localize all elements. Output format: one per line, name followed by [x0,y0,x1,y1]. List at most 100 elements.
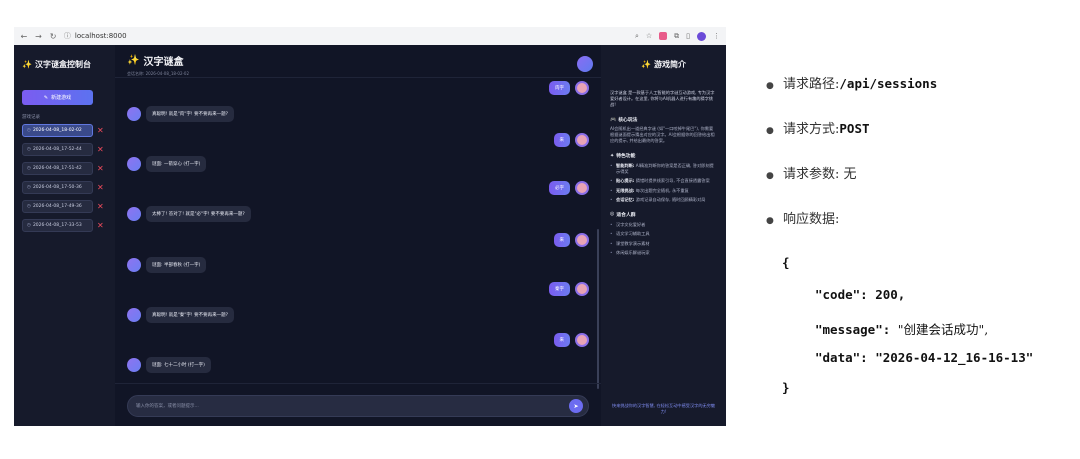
bot-message: 谜面: 七十二小时 (打一字) [127,357,211,373]
bot-bubble: 真聪明! 就是"肉"字! 要不要再来一题? [146,106,234,122]
delete-session-icon[interactable]: ✕ [97,221,104,230]
back-icon[interactable]: ← [20,32,28,41]
json-close-brace: } [782,380,790,395]
intro-text: 汉字谜盒 是一款基于人工智能的字谜互动游戏, 专为汉字爱好者设计。在这里, 你将… [610,90,715,107]
chat-scrollbar[interactable] [597,229,599,389]
feature-item: 无限挑战: 每次出题完全随机, 永不重复 [610,188,717,194]
user-message: 来 [553,233,589,247]
new-game-label: 新建游戏 [51,95,72,101]
session-item[interactable]: ◷ 2026-04-08_17-51-42 [22,162,93,175]
info-icon[interactable]: ⓘ [64,31,71,41]
json-data-value: "2026-04-12_16-16-13" [875,350,1034,365]
json-code-line: "code": 200, [815,287,905,302]
feature-item: 智能判断: AI精准判断你的答案是否正确, 答对即刻提示得奖 [610,163,717,174]
bullet-icon: ● [766,126,774,136]
chat-messages[interactable]: 肉字 真聪明! 就是"肉"字! 要不要再来一题? 来 谜面: 一箭穿心 (打一字… [115,79,601,389]
clock-icon: ◷ [27,147,31,152]
zoom-icon[interactable]: ⌕ [635,32,639,41]
feature-item: 会话记忆: 游戏记录自动保存, 随时回顾精彩对局 [610,197,717,203]
json-code-value: 200, [875,287,906,302]
bullet-icon: ● [766,216,774,226]
bot-bubble: 真聪明! 就是"秦"字! 要不要再来一题? [146,307,234,323]
session-item[interactable]: ◷ 2026-04-08_17-49-36 [22,200,93,213]
bot-bubble: 太棒了! 答对了! 就是"必"字! 要不要再来一题? [146,206,251,222]
user-message: 肉字 [549,81,589,95]
bot-avatar [127,258,141,272]
delete-session-icon[interactable]: ✕ [97,126,104,135]
session-label: 2026-04-08_17-49-36 [32,204,82,209]
extensions-puzzle-icon[interactable]: ⧉ [674,32,679,41]
json-message-value: "创建会话成功", [897,322,989,337]
user-avatar [575,181,589,195]
note-path: ● 请求路径: /api/sessions [766,73,1076,95]
note-params: ● 请求参数: 无 [766,163,1076,185]
session-row: ◷ 2026-04-08_17-33-53 ✕ [22,219,107,232]
extension-icon[interactable] [659,32,668,40]
delete-session-icon[interactable]: ✕ [97,202,104,211]
session-label: 2026-04-08_17-33-53 [32,223,82,228]
magic-wand-icon: ✨ [641,60,651,69]
intro-footer: 快来挑战你的汉字智慧, 在轻松互动中感受汉字的无穷魅力! [611,403,716,414]
feature-item: 贴心提示: 猜错时提供线索引导, 不会直接透露答案 [610,178,717,184]
user-bubble: 肉字 [549,81,570,95]
bot-avatar [127,308,141,322]
user-bubble: 必字 [549,181,570,195]
feature-desc: 猜错时提供线索引导, 不会直接透露答案 [635,178,710,183]
note-path-value: /api/sessions [839,76,938,91]
answer-input-placeholder: 输入你的答案，或者问题提示... [136,404,199,409]
star-icon[interactable]: ☆ [646,32,652,40]
clock-icon: ◷ [27,204,31,209]
user-message: 来 [553,333,589,347]
session-item[interactable]: ◷ 2026-04-08_18-02-02 [22,124,93,137]
session-item[interactable]: ◷ 2026-04-08_17-33-53 [22,219,93,232]
core-heading: 🎮 核心玩法 [610,116,717,124]
intro-title-text: 游戏简介 [653,60,686,69]
delete-session-icon[interactable]: ✕ [97,145,104,154]
bullet-icon: ● [766,171,774,181]
page-title: ✨ 汉字谜盒 [127,53,589,68]
reload-icon[interactable]: ↻ [49,32,57,41]
answer-input[interactable]: 输入你的答案，或者问题提示... ➤ [127,395,589,417]
magic-wand-icon: ✨ [22,60,32,69]
side-panel-icon[interactable]: ▯ [686,32,690,40]
delete-session-icon[interactable]: ✕ [97,164,104,173]
delete-session-icon[interactable]: ✕ [97,183,104,192]
json-data-line: "data": "2026-04-12_16-16-13" [815,350,1033,365]
audience-item: 课堂教学演示素材 [610,241,717,247]
session-item[interactable]: ◷ 2026-04-08_17-52-44 [22,143,93,156]
profile-avatar-icon[interactable] [697,31,706,41]
session-row: ◷ 2026-04-08_17-51-42 ✕ [22,162,107,175]
sidebar-title: ✨ 汉字谜盒控制台 [22,59,107,70]
bot-avatar [577,56,593,72]
intro-title: ✨ 游戏简介 [610,59,717,70]
forward-icon[interactable]: → [35,32,43,41]
browser-window: ← → ↻ ⓘ localhost:8000 ⌕ ☆ ⧉ ▯ ⋮ ✨ 汉字谜盒控… [14,27,726,426]
json-message-key: "message": [815,322,898,337]
bot-message: 谜面: 半部春秋 (打一字) [127,257,207,273]
browser-toolbar: ← → ↻ ⓘ localhost:8000 ⌕ ☆ ⧉ ▯ ⋮ [14,27,726,45]
session-item[interactable]: ◷ 2026-04-08_17-50-36 [22,181,93,194]
bullet-icon: ● [766,81,774,91]
clock-icon: ◷ [27,223,31,228]
magic-wand-icon: ✨ [127,55,140,66]
user-bubble: 来 [553,233,570,247]
bot-bubble: 谜面: 一箭穿心 (打一字) [146,156,207,172]
clock-icon: ◷ [27,185,31,190]
send-button[interactable]: ➤ [569,399,583,413]
user-bubble: 秦字 [549,282,570,296]
user-message: 秦字 [549,282,589,296]
features-heading-text: 特色功能 [616,154,636,159]
more-menu-icon[interactable]: ⋮ [713,32,720,40]
audience-heading: ◎ 适合人群 [610,211,717,218]
feature-desc: 游戏记录自动保存, 随时回顾精彩对局 [635,197,706,202]
bot-avatar [127,207,141,221]
new-game-button[interactable]: ✎ 新建游戏 [22,90,93,105]
session-section-label: 游戏记录 [22,115,40,120]
note-method-value: POST [839,121,870,136]
api-notes: ● 请求路径: /api/sessions ● 请求方式: POST ● 请求参… [766,73,1076,253]
session-name: 会话名称: 2026-04-08_18-02-02 [127,71,190,76]
core-heading-text: 核心玩法 [618,118,638,123]
target-icon: ◎ [610,211,615,217]
feature-desc: 每次出题完全随机, 永不重复 [635,187,689,193]
address-bar[interactable]: ⓘ localhost:8000 [64,30,628,42]
